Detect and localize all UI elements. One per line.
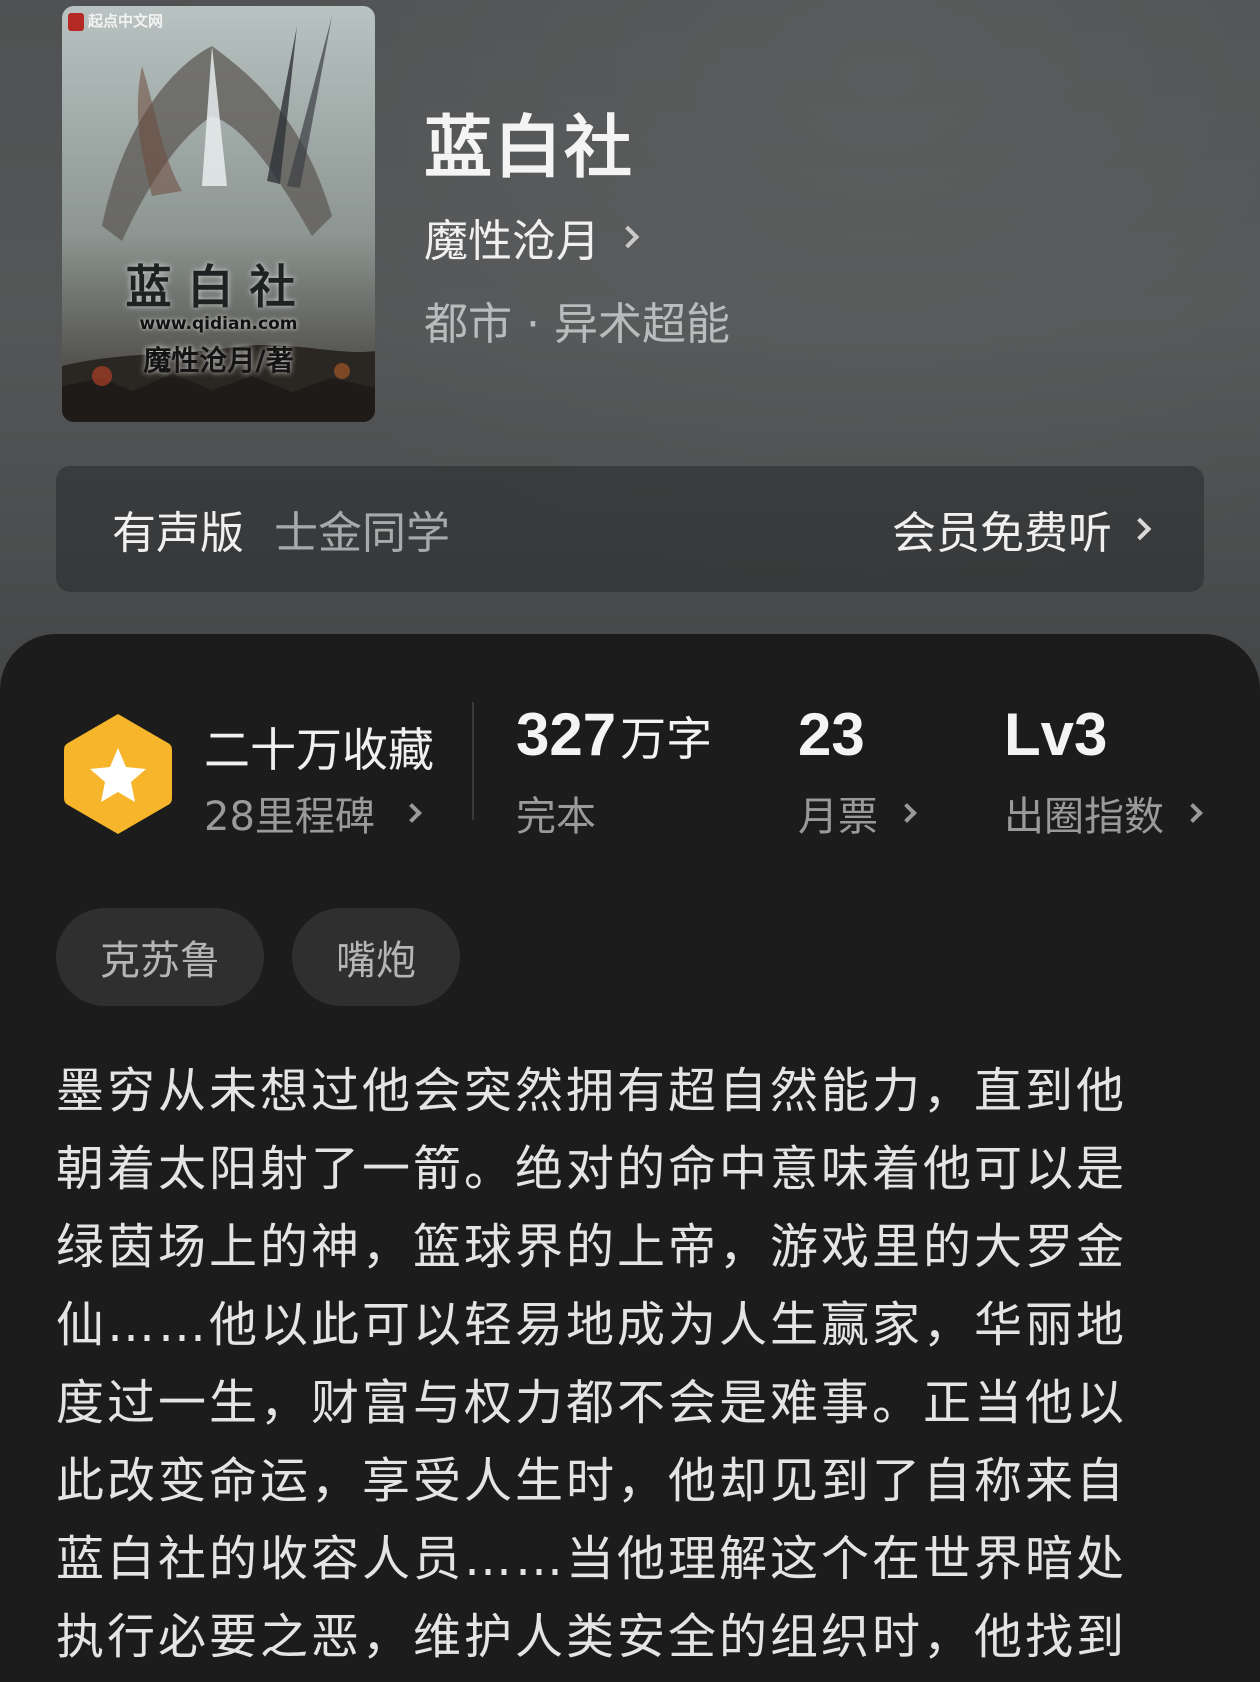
author-name: 魔性沧月 [424,216,600,267]
cover-url: www.qidian.com [139,314,298,334]
milestone-link[interactable]: 28里程碑 [204,784,422,842]
milestone-label: 28里程碑 [204,794,375,840]
chevron-right-icon [897,803,917,823]
monthly-votes-link[interactable]: 月票 [798,784,917,842]
publisher-logo-icon [68,13,84,31]
tag-chip[interactable]: 嘴炮 [292,908,460,1006]
book-synopsis[interactable]: 墨穷从未想过他会突然拥有超自然能力，直到他朝着太阳射了一箭。绝对的命中意味着他可… [56,1052,1176,1676]
book-genre: 都市 · 异术超能 [424,299,730,350]
audio-version-bar[interactable]: 有声版 士金同学 会员免费听 [56,466,1204,592]
word-count-value: 327 [516,701,617,768]
monthly-votes-label: 月票 [798,794,878,840]
completion-status-label: 完本 [516,794,596,840]
book-cover[interactable]: 起点中文网 蓝白社 www.qidian.com 魔性沧月/著 [62,6,375,422]
member-free-listen-label: 会员免费听 [892,508,1112,559]
chevron-right-icon [1128,517,1152,541]
cover-publisher: 起点中文网 [68,10,163,31]
chevron-right-icon [616,225,640,249]
popularity-index-link[interactable]: 出圈指数 [1004,784,1203,842]
cover-author: 魔性沧月/著 [143,344,294,377]
audio-narrator: 士金同学 [274,508,450,559]
stats-row: 二十万收藏 28里程碑 327万字 完本 23 月票 Lv3 出圈指数 [0,634,1260,840]
cover-publisher-text: 起点中文网 [88,12,164,30]
popularity-level: Lv3 [1004,701,1108,768]
author-link[interactable]: 魔性沧月 [424,205,640,269]
audio-label: 有声版 [112,508,244,559]
popularity-index-label: 出圈指数 [1004,794,1164,840]
completion-status: 完本 [516,784,596,842]
monthly-votes-count: 23 [798,701,865,768]
favorites-title: 二十万收藏 [204,723,434,777]
chevron-right-icon [1183,803,1203,823]
detail-panel: 二十万收藏 28里程碑 327万字 完本 23 月票 Lv3 出圈指数 克苏鲁 … [0,634,1260,1682]
stats-divider [472,702,474,820]
cover-title: 蓝白社 [125,260,312,314]
member-free-listen-button[interactable]: 会员免费听 [892,497,1152,561]
word-count-unit: 万字 [620,712,713,766]
word-count: 327万字 [516,700,712,769]
tag-chip[interactable]: 克苏鲁 [56,908,264,1006]
book-title: 蓝白社 [424,108,635,188]
star-badge-icon [64,714,172,834]
tag-list: 克苏鲁 嘴炮 [56,908,460,1006]
chevron-right-icon [402,803,422,823]
